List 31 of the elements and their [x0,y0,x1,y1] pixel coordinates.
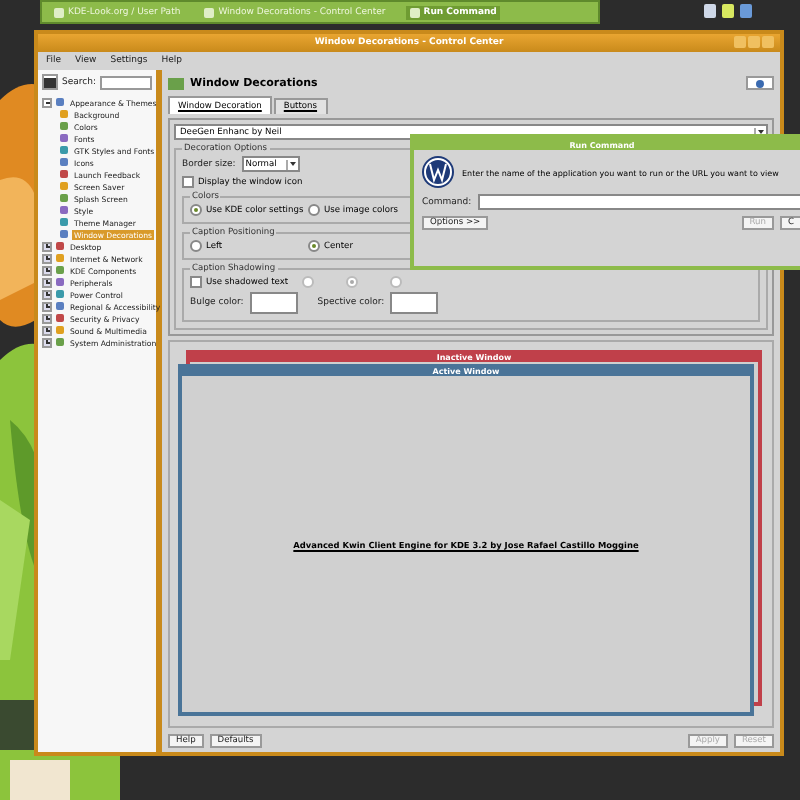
expand-icon[interactable] [42,277,52,287]
expand-icon[interactable] [42,337,52,347]
clear-icon [44,77,56,87]
category-icon [56,98,64,106]
expand-icon[interactable] [42,325,52,335]
radio-button[interactable] [390,276,402,288]
expand-icon[interactable] [42,253,52,263]
checkbox[interactable] [182,176,194,188]
expand-icon[interactable] [42,265,52,275]
color-field[interactable] [390,292,439,314]
expand-icon[interactable] [42,241,52,251]
search-field[interactable] [100,75,152,89]
clear-button[interactable] [42,74,59,90]
radio-button[interactable] [190,240,202,252]
color-field[interactable] [249,292,298,314]
collapse-icon[interactable] [42,97,52,107]
expand-icon[interactable] [42,313,52,323]
radio-button[interactable] [308,204,320,216]
radio-button[interactable] [190,204,202,216]
caret-icon [289,162,296,166]
expand-icon[interactable] [42,301,52,311]
checkbox[interactable] [190,276,202,288]
radio-button[interactable] [346,276,358,288]
radio-button[interactable] [308,240,320,252]
expand-icon[interactable] [42,289,52,299]
window-icon [168,75,184,91]
emblem-icon [422,156,454,188]
command-field[interactable] [477,194,800,210]
radio-button[interactable] [302,276,314,288]
info-button[interactable] [746,76,774,90]
info-icon [756,79,764,87]
